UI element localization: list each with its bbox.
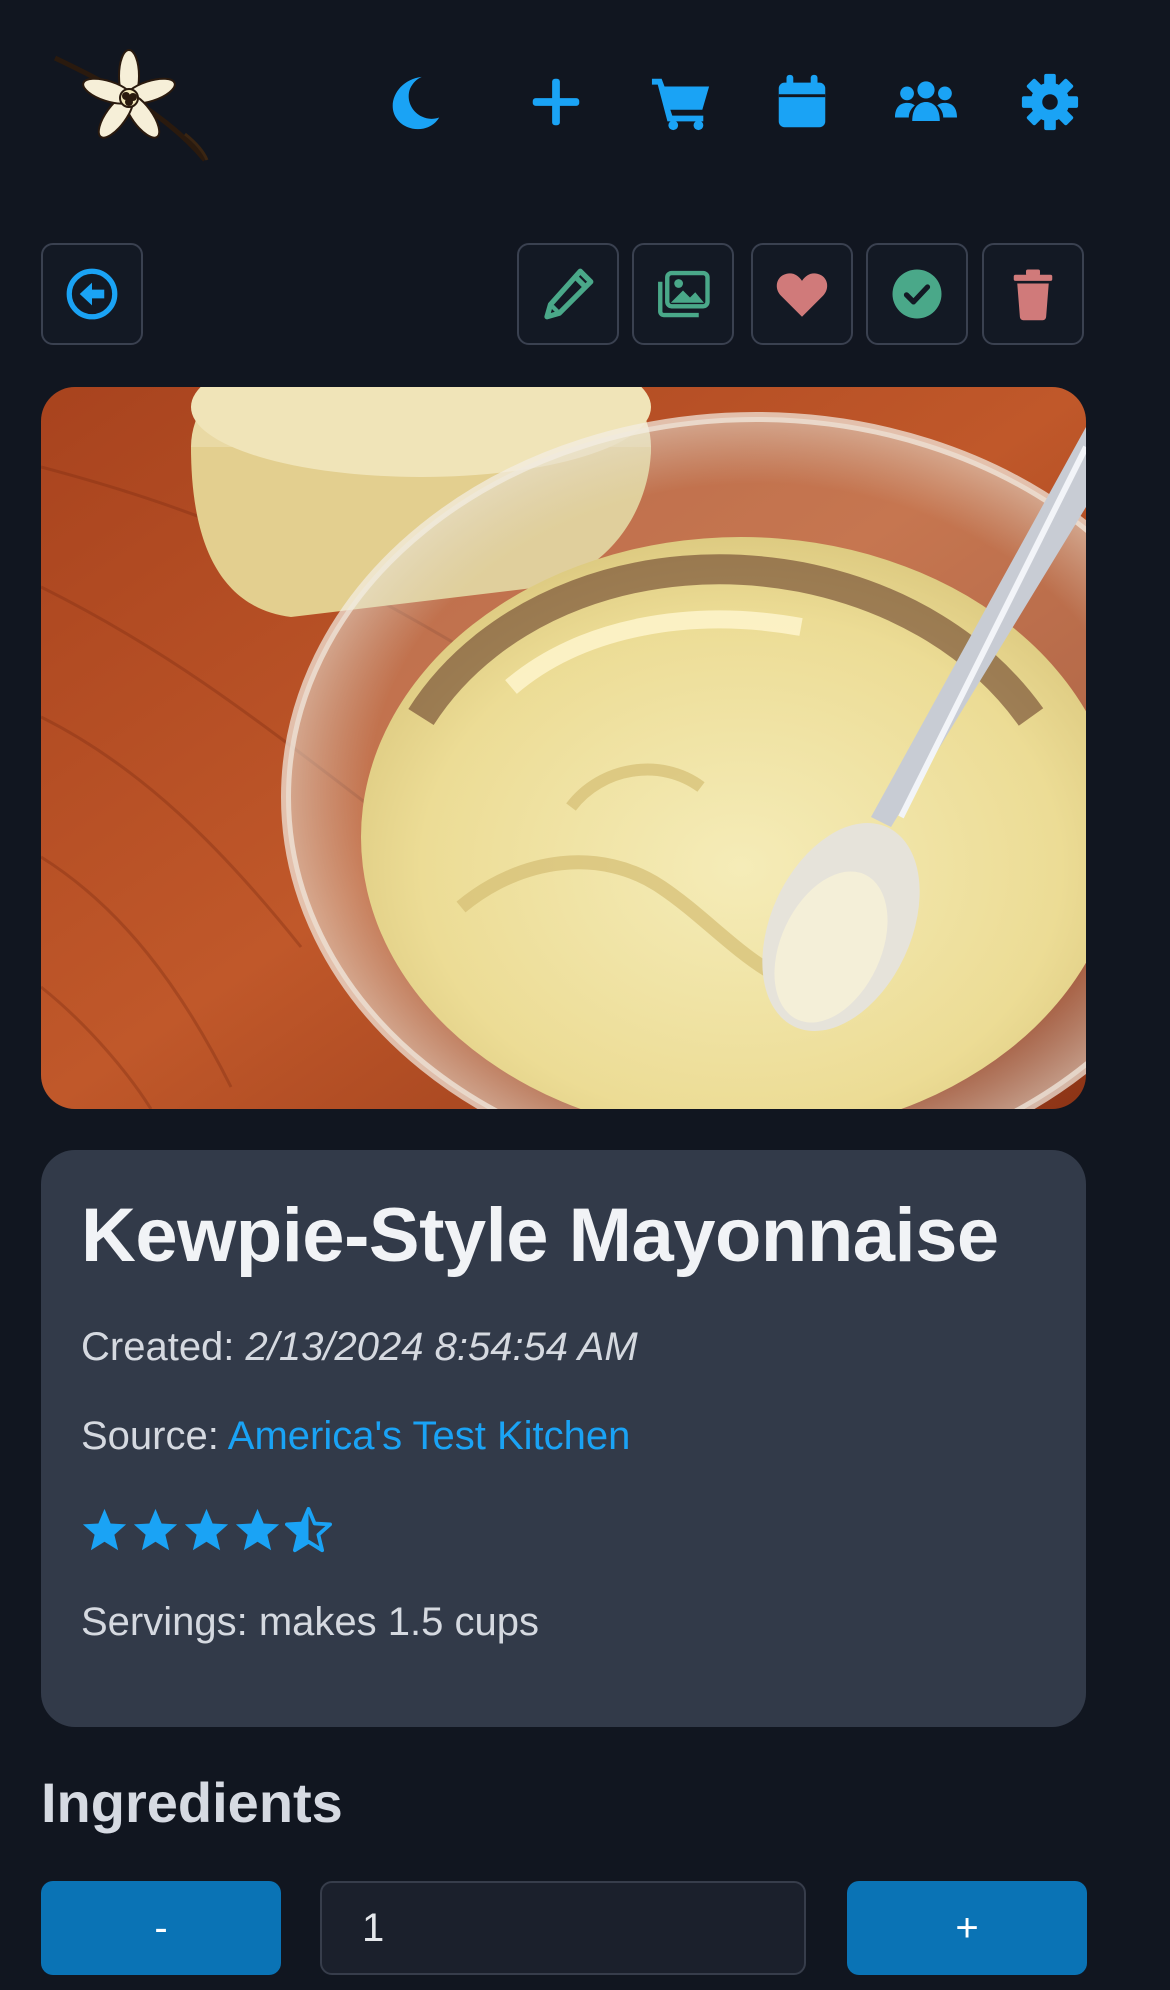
users-icon xyxy=(895,81,957,121)
source-row: Source: America's Test Kitchen xyxy=(81,1414,630,1459)
app-logo[interactable] xyxy=(45,42,215,166)
quantity-input[interactable]: 1 xyxy=(320,1881,806,1975)
add-recipe-button[interactable] xyxy=(522,68,590,136)
cart-icon xyxy=(651,78,710,131)
favorite-button[interactable] xyxy=(751,243,853,345)
star-full-icon[interactable] xyxy=(183,1507,230,1554)
calendar-icon xyxy=(778,74,826,128)
recipe-info-card: Kewpie-Style Mayonnaise Created: 2/13/20… xyxy=(41,1150,1086,1727)
edit-button[interactable] xyxy=(517,243,619,345)
trash-icon xyxy=(1013,269,1053,321)
users-button[interactable] xyxy=(892,68,960,136)
meal-plan-button[interactable] xyxy=(768,68,836,136)
vanilla-flower-logo xyxy=(53,49,209,162)
source-label: Source: xyxy=(81,1414,228,1458)
created-label: Created: xyxy=(81,1325,246,1369)
pencil-icon xyxy=(544,268,594,320)
back-button[interactable] xyxy=(41,243,143,345)
increment-button[interactable]: + xyxy=(847,1881,1087,1975)
decrement-button[interactable]: - xyxy=(41,1881,281,1975)
rating-stars[interactable] xyxy=(81,1507,332,1554)
check-circle-icon xyxy=(892,269,942,319)
recipe-image xyxy=(41,387,1086,1109)
recipe-title: Kewpie-Style Mayonnaise xyxy=(81,1193,999,1278)
star-full-icon[interactable] xyxy=(234,1507,281,1554)
plus-icon xyxy=(532,78,580,126)
heart-icon xyxy=(776,273,828,317)
servings-text: Servings: makes 1.5 cups xyxy=(81,1600,539,1644)
images-icon xyxy=(658,270,710,318)
shopping-cart-button[interactable] xyxy=(647,68,715,136)
created-date: 2/13/2024 8:54:54 AM xyxy=(245,1325,638,1369)
gear-icon xyxy=(1021,73,1079,131)
source-link[interactable]: America's Test Kitchen xyxy=(228,1414,631,1458)
mark-cooked-button[interactable] xyxy=(866,243,968,345)
created-row: Created: 2/13/2024 8:54:54 AM xyxy=(81,1325,638,1370)
ingredients-heading: Ingredients xyxy=(41,1771,343,1834)
star-full-icon[interactable] xyxy=(132,1507,179,1554)
images-button[interactable] xyxy=(632,243,734,345)
settings-button[interactable] xyxy=(1016,68,1084,136)
star-half-icon[interactable] xyxy=(285,1507,332,1554)
delete-button[interactable] xyxy=(982,243,1084,345)
star-full-icon[interactable] xyxy=(81,1507,128,1554)
theme-toggle-button[interactable] xyxy=(380,68,448,136)
circle-arrow-left-icon xyxy=(66,268,118,320)
moon-icon xyxy=(392,76,440,130)
